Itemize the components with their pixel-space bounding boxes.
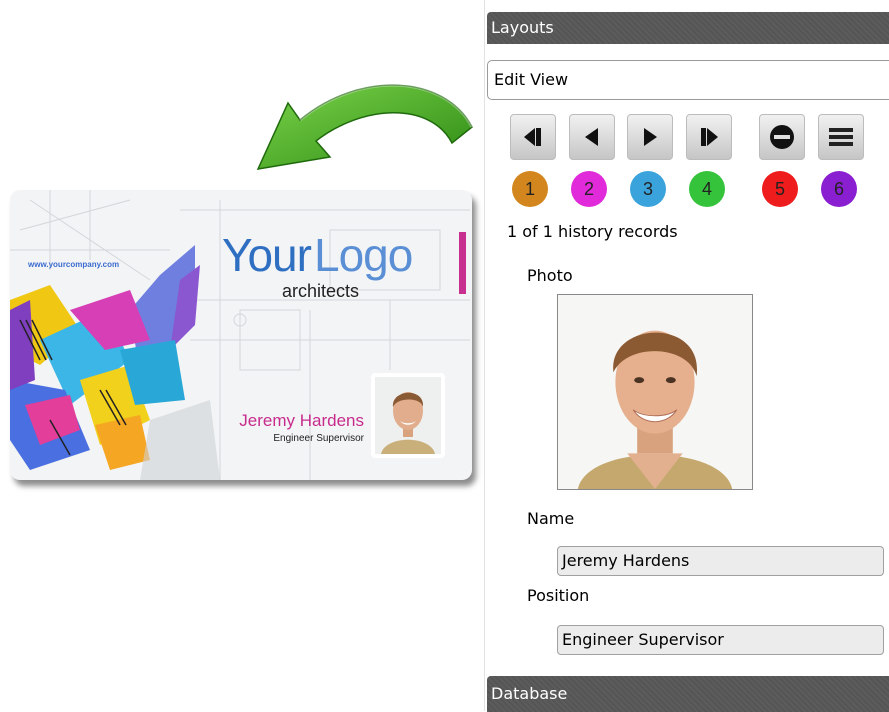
id-card-preview: www.yourcompany.com Your Logo architects… xyxy=(10,190,472,480)
color-badge-4[interactable]: 4 xyxy=(689,171,725,207)
previous-record-button[interactable] xyxy=(569,114,615,160)
logo-logo-text: Logo xyxy=(314,229,413,281)
delete-record-icon xyxy=(770,125,794,149)
color-badge-2[interactable]: 2 xyxy=(571,171,607,207)
database-header[interactable]: Database xyxy=(487,676,889,712)
previous-record-icon xyxy=(585,128,598,146)
position-input[interactable]: Engineer Supervisor xyxy=(557,625,884,655)
color-badge-6[interactable]: 6 xyxy=(821,171,857,207)
view-select-dropdown[interactable]: Edit View xyxy=(487,60,889,100)
color-badge-1[interactable]: 1 xyxy=(512,171,548,207)
card-name-text: Jeremy Hardens xyxy=(239,411,364,430)
card-position-text: Engineer Supervisor xyxy=(273,433,364,444)
photo-field[interactable] xyxy=(557,294,753,490)
last-record-button[interactable] xyxy=(686,114,732,160)
name-label: Name xyxy=(527,509,575,528)
next-record-button[interactable] xyxy=(627,114,673,160)
first-record-button[interactable] xyxy=(510,114,556,160)
next-record-icon xyxy=(644,128,657,146)
card-photo xyxy=(371,373,445,458)
first-record-icon xyxy=(524,128,541,146)
layouts-header[interactable]: Layouts xyxy=(487,12,889,44)
color-badge-5[interactable]: 5 xyxy=(762,171,798,207)
logo-accent-bar xyxy=(459,232,466,294)
color-badge-3[interactable]: 3 xyxy=(630,171,666,207)
position-label: Position xyxy=(527,586,590,605)
list-menu-icon xyxy=(829,128,853,146)
person-photo-icon xyxy=(558,295,752,489)
card-website-text: www.yourcompany.com xyxy=(28,260,120,269)
list-menu-button[interactable] xyxy=(818,114,864,160)
curved-arrow-icon xyxy=(256,83,474,170)
last-record-icon xyxy=(701,128,718,146)
layout-panel: Layouts Edit View 1 2 3 4 5 6 1 of 1 his… xyxy=(484,0,889,712)
photo-label: Photo xyxy=(527,266,573,285)
name-input[interactable]: Jeremy Hardens xyxy=(557,546,884,576)
logo-your-text: Your xyxy=(222,229,312,281)
logo-subtitle: architects xyxy=(282,281,360,301)
person-photo-icon xyxy=(375,377,441,454)
delete-record-button[interactable] xyxy=(759,114,805,160)
history-status-text: 1 of 1 history records xyxy=(507,222,678,241)
